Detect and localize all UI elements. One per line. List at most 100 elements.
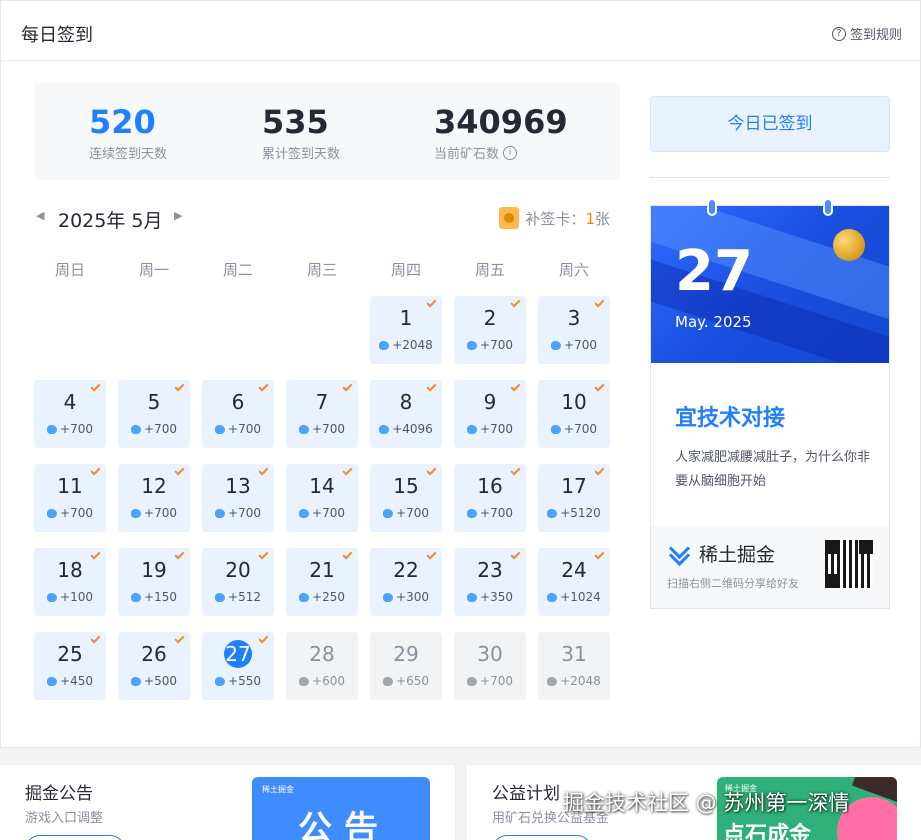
day-reward: +550 [202, 674, 274, 688]
calendar-day[interactable]: 31 +2048 [538, 632, 610, 700]
calendar-day[interactable]: 19 +150 [118, 548, 190, 616]
day-reward: +1024 [538, 590, 610, 604]
calendar-day[interactable]: 11 +700 [34, 464, 106, 532]
day-number: 15 [393, 474, 419, 498]
calendar-day[interactable]: 26 +500 [118, 632, 190, 700]
day-number: 14 [309, 474, 335, 498]
calendar-day[interactable]: 1 +2048 [370, 296, 442, 364]
day-number: 28 [309, 642, 335, 666]
checkin-panel: 每日签到 ? 签到规则 520 连续签到天数 535 累计签到天数 340969… [0, 0, 921, 748]
calendar-day[interactable]: 22 +300 [370, 548, 442, 616]
signed-today-button[interactable]: 今日已签到 [650, 96, 890, 152]
calendar-day[interactable]: 20 +512 [202, 548, 274, 616]
reward-value: +700 [228, 506, 261, 520]
charity-button[interactable] [492, 835, 592, 840]
day-number: 24 [561, 558, 587, 582]
calendar-day[interactable]: 14 +700 [286, 464, 358, 532]
page-title: 每日签到 [21, 25, 93, 46]
calendar-day[interactable]: 18 +100 [34, 548, 106, 616]
total-label: 累计签到天数 [262, 147, 341, 162]
ore-icon [299, 424, 310, 434]
ore-value: 340969 [434, 103, 568, 141]
calendar-header: ◀ 2025年 5月 ▶ 补签卡：1张 [34, 203, 614, 233]
day-reward: +700 [370, 506, 442, 520]
calendar-day[interactable]: 28 +600 [286, 632, 358, 700]
daily-card: 27 May. 2025 宜技术对接 人家减肥减腰减肚子，为什么你非要从脑细胞开… [650, 198, 890, 609]
calendar-day[interactable]: 23 +350 [454, 548, 526, 616]
day-number: 7 [315, 390, 329, 414]
binder-ring-icon [707, 198, 717, 216]
calendar-grid: 1 +2048 2 +700 3 +700 4 +700 5 +700 6 +700 7 +700 8 +40… [34, 296, 622, 706]
reward-value: +550 [228, 674, 261, 688]
day-reward: +700 [202, 506, 274, 520]
prev-month-icon[interactable]: ◀ [36, 209, 44, 222]
total-value: 535 [262, 103, 329, 141]
day-number: 8 [399, 390, 413, 414]
month-label: 2025年 5月 [58, 210, 163, 232]
announcement-banner: 稀土掘金 公告 [252, 777, 430, 840]
calendar-day[interactable]: 10 +700 [538, 380, 610, 448]
calendar-day[interactable]: 27 +550 [202, 632, 274, 700]
calendar-day[interactable]: 7 +700 [286, 380, 358, 448]
calendar-day[interactable]: 13 +700 [202, 464, 274, 532]
day-number: 16 [477, 474, 503, 498]
announcement-button[interactable] [25, 835, 125, 840]
day-reward: +700 [202, 422, 274, 436]
day-reward: +350 [454, 590, 526, 604]
day-reward: +700 [286, 506, 358, 520]
calendar-day[interactable]: 15 +700 [370, 464, 442, 532]
makeup-count: 1 [585, 209, 595, 228]
calendar-day[interactable]: 29 +650 [370, 632, 442, 700]
ore-icon [215, 508, 226, 518]
ore-icon [131, 508, 142, 518]
question-circle-icon: ? [831, 26, 846, 41]
day-reward: +700 [118, 422, 190, 436]
makeup-card-info[interactable]: 补签卡：1张 [499, 207, 610, 229]
card-headline: 宜技术对接 [675, 406, 786, 431]
calendar-day[interactable]: 12 +700 [118, 464, 190, 532]
card-hero: 27 May. 2025 [651, 206, 889, 363]
calendar-day[interactable]: 3 +700 [538, 296, 610, 364]
ore-icon [215, 424, 226, 434]
announcement-title: 掘金公告 [25, 784, 93, 804]
ore-icon [47, 592, 58, 602]
calendar-day[interactable]: 5 +700 [118, 380, 190, 448]
info-icon[interactable]: i [503, 145, 518, 160]
reward-value: +650 [396, 674, 429, 688]
banner-text: 公告 [298, 809, 390, 840]
calendar-day[interactable]: 4 +700 [34, 380, 106, 448]
calendar-day[interactable]: 8 +4096 [370, 380, 442, 448]
rules-link[interactable]: ? 签到规则 [831, 24, 902, 43]
day-number: 9 [483, 390, 497, 414]
day-number: 5 [147, 390, 161, 414]
calendar-day[interactable]: 2 +700 [454, 296, 526, 364]
share-hint: 扫描右侧二维码分享给好友 [667, 577, 799, 590]
reward-value: +4096 [392, 422, 433, 436]
divider [650, 177, 890, 178]
ore-icon [383, 676, 394, 686]
day-reward: +700 [454, 674, 526, 688]
day-number: 30 [477, 642, 503, 666]
day-number: 11 [57, 474, 83, 498]
reward-value: +700 [480, 506, 513, 520]
day-number: 29 [393, 642, 419, 666]
reward-value: +300 [396, 590, 429, 604]
calendar-day[interactable]: 17 +5120 [538, 464, 610, 532]
calendar-day[interactable]: 21 +250 [286, 548, 358, 616]
calendar-day[interactable]: 30 +700 [454, 632, 526, 700]
watermark: 掘金技术社区 @ 苏州第一深情 [563, 791, 850, 815]
calendar-day[interactable]: 24 +1024 [538, 548, 610, 616]
calendar-day[interactable]: 9 +700 [454, 380, 526, 448]
calendar-day[interactable]: 6 +700 [202, 380, 274, 448]
announcement-card[interactable]: 掘金公告 游戏入口调整 稀土掘金 公告 [0, 765, 455, 840]
reward-value: +450 [60, 674, 93, 688]
ore-icon [467, 592, 478, 602]
day-number: 20 [225, 558, 251, 582]
calendar-day[interactable]: 25 +450 [34, 632, 106, 700]
day-reward: +700 [454, 422, 526, 436]
binder-ring-icon [823, 198, 833, 216]
day-reward: +450 [34, 674, 106, 688]
reward-value: +2048 [560, 674, 601, 688]
next-month-icon[interactable]: ▶ [174, 209, 182, 222]
calendar-day[interactable]: 16 +700 [454, 464, 526, 532]
